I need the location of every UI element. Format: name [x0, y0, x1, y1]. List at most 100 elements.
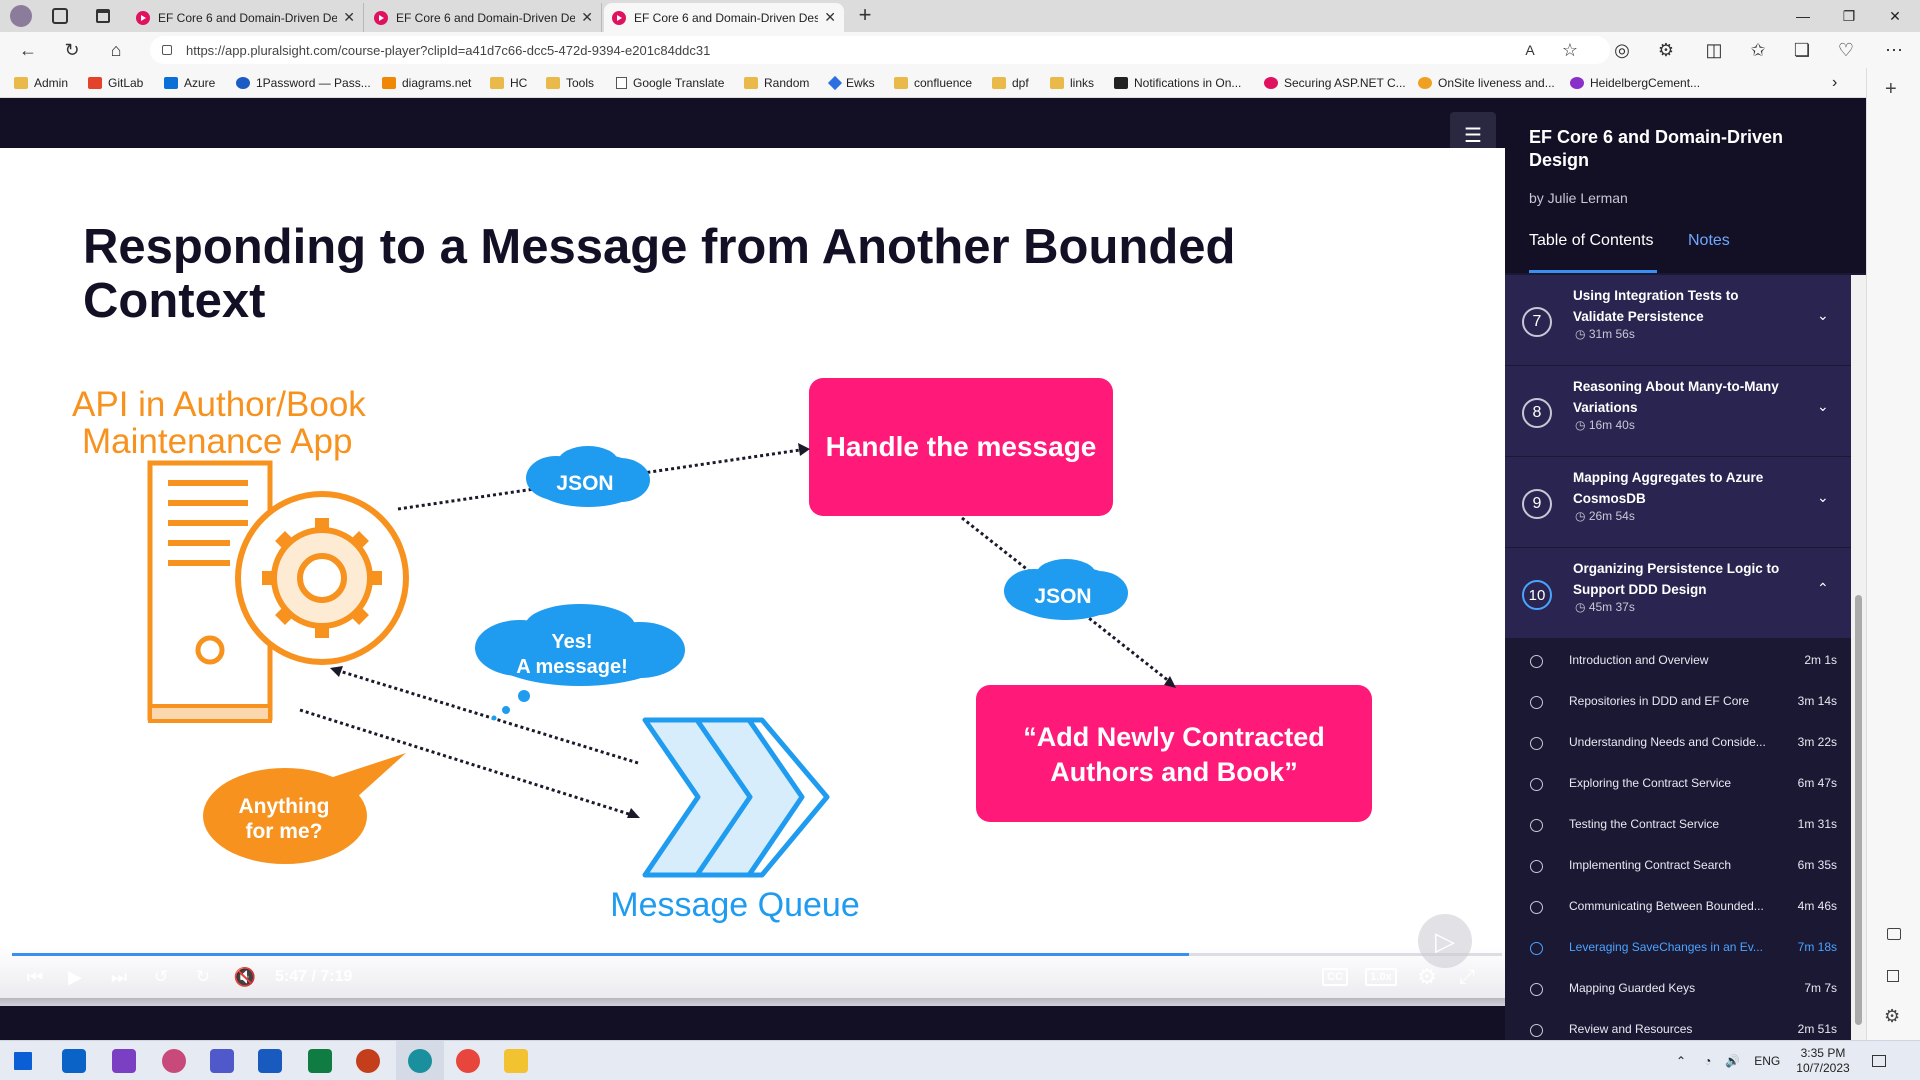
settings-gear-icon[interactable]: ⚙ [1414, 962, 1440, 992]
favorite-star-icon[interactable]: ☆ [1552, 32, 1588, 68]
clip-item-current[interactable]: Leveraging SaveChanges in an Ev... 7m 18s [1505, 928, 1851, 969]
bookmark-item[interactable]: 1Password — Pass... [236, 74, 371, 92]
sidebar-toggle-icon[interactable] [1887, 928, 1901, 940]
close-icon[interactable]: ✕ [581, 9, 593, 26]
close-icon[interactable]: ✕ [824, 9, 836, 26]
tab-table-of-contents[interactable]: Table of Contents [1529, 232, 1654, 250]
module-item-expanded[interactable]: 10 Organizing Persistence Logic to Suppo… [1505, 548, 1851, 639]
home-button[interactable]: ⌂ [98, 32, 134, 68]
bookmark-item[interactable]: Ewks [827, 74, 875, 92]
back-button[interactable]: ← [10, 32, 46, 68]
word-icon[interactable] [258, 1049, 282, 1073]
add-icon[interactable]: + [1885, 78, 1897, 101]
clip-item[interactable]: Exploring the Contract Service 6m 47s [1505, 764, 1851, 805]
windows-start-icon[interactable] [14, 1052, 32, 1070]
clip-item[interactable]: Communicating Between Bounded... 4m 46s [1505, 887, 1851, 928]
language-indicator[interactable]: ENG [1754, 1054, 1780, 1068]
bookmark-item[interactable]: confluence [894, 74, 972, 92]
open-external-icon[interactable] [1887, 970, 1899, 982]
bookmark-item[interactable]: dpf [992, 74, 1029, 92]
bookmark-item[interactable]: Google Translate [616, 74, 724, 92]
restore-button[interactable]: ❐ [1826, 0, 1872, 32]
next-clip-button[interactable]: ⏭ [106, 962, 132, 992]
mute-icon[interactable]: 🔇 [232, 962, 258, 992]
browser-tab-1[interactable]: EF Core 6 and Domain-Driven Design ✕ [128, 3, 364, 32]
bookmark-item[interactable]: GitLab [88, 74, 143, 92]
progress-bar[interactable] [12, 953, 1502, 956]
browser-tab-2[interactable]: EF Core 6 and Domain-Driven Design ✕ [366, 3, 602, 32]
profile-avatar[interactable] [10, 5, 32, 27]
visual-studio-icon[interactable] [112, 1049, 136, 1073]
forward-10-button[interactable]: ↻ [190, 962, 216, 992]
chevron-up-icon[interactable]: ⌃ [1817, 580, 1829, 597]
powerpoint-icon[interactable] [356, 1049, 380, 1073]
replay-overlay-button[interactable]: ▷ [1418, 914, 1472, 968]
module-item[interactable]: 7 Using Integration Tests to Validate Pe… [1505, 275, 1851, 366]
clip-item[interactable]: Understanding Needs and Conside... 3m 22s [1505, 723, 1851, 764]
minimize-button[interactable]: — [1780, 0, 1826, 32]
bookmark-item[interactable]: Securing ASP.NET C... [1264, 74, 1406, 92]
clock[interactable]: 3:35 PM 10/7/2023 [1796, 1046, 1849, 1076]
chevron-down-icon[interactable]: ⌄ [1817, 398, 1829, 415]
extensions-icon[interactable]: ⚙ [1648, 32, 1684, 68]
module-item[interactable]: 8 Reasoning About Many-to-Many Variation… [1505, 366, 1851, 457]
snipping-tool-icon[interactable] [162, 1049, 186, 1073]
bookmark-item[interactable]: OnSite liveness and... [1418, 74, 1555, 92]
chevron-up-icon[interactable]: ⌃ [1676, 1054, 1686, 1068]
close-icon[interactable]: ✕ [343, 9, 355, 26]
collections-icon[interactable]: ❏ [1784, 32, 1820, 68]
workspaces-icon[interactable] [52, 8, 68, 24]
split-screen-icon[interactable]: ◫ [1696, 32, 1732, 68]
bookmark-item[interactable]: diagrams.net [382, 74, 471, 92]
new-tab-button[interactable]: + [852, 3, 878, 29]
close-window-button[interactable]: ✕ [1872, 0, 1918, 32]
outlook-icon[interactable] [62, 1049, 86, 1073]
edge-icon[interactable] [408, 1049, 432, 1073]
clip-item[interactable]: Mapping Guarded Keys 7m 7s [1505, 969, 1851, 1010]
sidebar-scrollbar[interactable] [1851, 275, 1866, 1040]
module-item[interactable]: 9 Mapping Aggregates to Azure CosmosDB ◷… [1505, 457, 1851, 548]
refresh-button[interactable]: ↻ [54, 32, 90, 68]
clip-item[interactable]: Introduction and Overview 2m 1s [1505, 641, 1851, 682]
read-aloud-icon[interactable]: A [1512, 32, 1548, 68]
bookmarks-overflow-icon[interactable]: › [1832, 74, 1837, 92]
browser-essentials-icon[interactable]: ♡ [1828, 32, 1864, 68]
chevron-down-icon[interactable]: ⌄ [1817, 307, 1829, 324]
file-explorer-icon[interactable] [504, 1049, 528, 1073]
chrome-icon[interactable] [456, 1049, 480, 1073]
more-options-icon[interactable]: ⋯ [1876, 32, 1912, 68]
scrollbar-thumb[interactable] [1855, 595, 1862, 1025]
extension-icon[interactable]: ◎ [1604, 32, 1640, 68]
excel-icon[interactable] [308, 1049, 332, 1073]
teams-icon[interactable] [210, 1049, 234, 1073]
tab-actions-icon[interactable] [96, 9, 110, 23]
favorites-icon[interactable]: ✩ [1740, 32, 1776, 68]
play-button[interactable]: ▶ [62, 962, 88, 992]
bookmark-item[interactable]: HeidelbergCement... [1570, 74, 1700, 92]
previous-clip-button[interactable]: ⏮ [22, 962, 48, 992]
playback-speed-button[interactable]: 1.0x [1364, 962, 1398, 992]
clip-item[interactable]: Implementing Contract Search 6m 35s [1505, 846, 1851, 887]
tab-notes[interactable]: Notes [1688, 232, 1730, 250]
url-field[interactable]: https://app.pluralsight.com/course-playe… [150, 36, 1610, 64]
fullscreen-icon[interactable]: ⤢ [1454, 962, 1480, 992]
bookmark-item[interactable]: Admin [14, 74, 68, 92]
clip-item[interactable]: Review and Resources 2m 51s [1505, 1010, 1851, 1040]
browser-tab-3-active[interactable]: EF Core 6 and Domain-Driven Design ✕ [604, 3, 844, 32]
notifications-icon[interactable] [1871, 1055, 1886, 1067]
bookmark-item[interactable]: Random [744, 74, 809, 92]
clip-status-icon [1530, 860, 1543, 873]
bookmark-item[interactable]: Notifications in On... [1114, 74, 1241, 92]
clip-item[interactable]: Testing the Contract Service 1m 31s [1505, 805, 1851, 846]
settings-gear-icon[interactable]: ⚙ [1884, 1006, 1900, 1027]
bookmark-item[interactable]: HC [490, 74, 527, 92]
network-icon[interactable]: ◔ [1704, 1054, 1711, 1068]
closed-captions-button[interactable]: CC [1322, 962, 1348, 992]
bookmark-item[interactable]: Tools [546, 74, 594, 92]
bookmark-item[interactable]: links [1050, 74, 1094, 92]
rewind-10-button[interactable]: ↺ [148, 962, 174, 992]
bookmark-item[interactable]: Azure [164, 74, 215, 92]
clip-item[interactable]: Repositories in DDD and EF Core 3m 14s [1505, 682, 1851, 723]
volume-icon[interactable]: 🔊 [1725, 1054, 1740, 1068]
chevron-down-icon[interactable]: ⌄ [1817, 489, 1829, 506]
